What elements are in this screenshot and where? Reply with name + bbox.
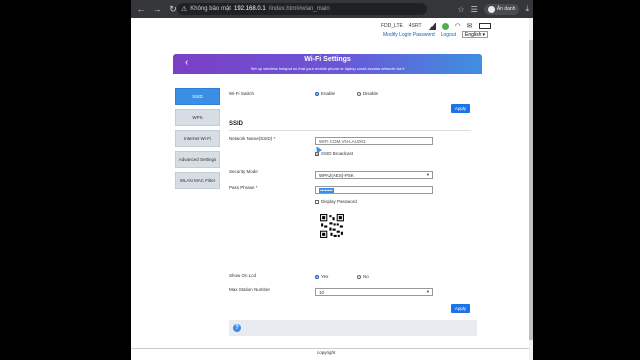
show-on-lcd-label: Show On Lcd (229, 273, 257, 278)
apply-button-bottom[interactable]: Apply (451, 304, 470, 313)
chevron-down-icon: ▾ (482, 31, 485, 38)
lcd-no-radio[interactable]: No (357, 274, 369, 279)
no-label: No (363, 274, 369, 279)
max-station-label: Max Station Number (229, 287, 271, 292)
max-station-value: 10 (319, 289, 325, 295)
footer-divider (131, 348, 529, 349)
radio-checked-icon (315, 274, 319, 279)
passphrase-input[interactable]: •••••••• (315, 186, 433, 194)
sidebar-item-ssid[interactable]: SSID (175, 88, 220, 105)
help-icon[interactable]: ? (233, 324, 241, 332)
wifi-disable-radio[interactable]: Disable (357, 91, 378, 96)
status-bar: FDD_LTE 4SRT ◠ ✉ (381, 22, 491, 30)
copyright-text: copyright (317, 350, 336, 355)
profile-name: Ẩn danh (496, 6, 516, 12)
connection-icon (441, 22, 449, 30)
wifi-icon: ◠ (454, 23, 461, 30)
enable-label: Enable (321, 91, 336, 96)
wifi-switch-label: Wi-Fi Switch (229, 91, 254, 96)
url-host: 192.168.0.1 (233, 6, 266, 12)
language-select[interactable]: English ▾ (462, 31, 488, 38)
chevron-down-icon: ▾ (426, 289, 429, 294)
back-icon[interactable]: ← (135, 3, 147, 15)
forward-icon[interactable]: → (151, 3, 163, 15)
display-password-checkbox[interactable]: Display Password (315, 199, 357, 204)
sidebar: SSID WPS Internet Wi-Fi Advanced Setting… (175, 88, 220, 193)
insecure-label: Không bảo mật (190, 6, 231, 12)
passphrase-value: •••••••• (319, 187, 334, 193)
sidebar-item-wlan-mac-filter[interactable]: WLAN MAC Filter (175, 172, 220, 189)
radio-unchecked-icon (357, 274, 361, 279)
settings-form: Wi-Fi Switch Enable Disable Apply SSID N… (229, 88, 489, 318)
sidebar-item-advanced-settings[interactable]: Advanced Settings (175, 151, 220, 168)
security-mode-value: WPA2(AES)-PSK (319, 172, 354, 178)
page-title: Wi-Fi Settings (304, 56, 351, 63)
yes-label: Yes (321, 274, 329, 279)
passphrase-label: Pass Phrase * (229, 185, 258, 190)
star-icon[interactable]: ☆ (457, 5, 464, 14)
section-divider (229, 130, 471, 131)
ssid-broadcast-checkbox[interactable]: ✓ SSID Broadcast (315, 151, 354, 157)
language-value: English (465, 31, 482, 38)
browser-toolbar: ← → ↻ ⚠ Không bảo mật 192.168.0.1/index.… (131, 0, 533, 18)
download-icon[interactable]: ⤓ (525, 4, 529, 14)
profile-button[interactable]: Ẩn danh (483, 3, 520, 15)
apply-button-top[interactable]: Apply (451, 104, 470, 113)
page-subtitle: Set up wireless hotspot so that your mob… (250, 66, 405, 71)
ssid-label: Network Name(SSID) * (229, 136, 276, 141)
checkbox-checked-icon: ✓ (315, 151, 319, 157)
security-mode-label: Security Mode (229, 169, 258, 174)
ssid-broadcast-label: SSID Broadcast (321, 151, 354, 156)
address-bar[interactable]: ⚠ Không bảo mật 192.168.0.1/index.html#w… (177, 3, 427, 15)
radio-checked-icon (315, 91, 319, 96)
network-mode: 4SRT (408, 23, 422, 29)
network-type: FDD_LTE (381, 23, 403, 29)
security-mode-select[interactable]: WPA2(AES)-PSK ▾ (315, 171, 433, 179)
sms-icon: ✉ (466, 23, 473, 30)
ssid-input[interactable]: WIFI.COM.VN-LAU003 (315, 137, 433, 145)
logout-link[interactable]: Logout (441, 32, 456, 38)
browser-window: ← → ↻ ⚠ Không bảo mật 192.168.0.1/index.… (131, 0, 533, 360)
radio-unchecked-icon (357, 91, 361, 96)
modify-login-link[interactable]: Modify Login Password (383, 32, 435, 38)
page-header: ‹ Wi-Fi Settings Set up wireless hotspot… (173, 54, 482, 74)
disable-label: Disable (363, 91, 379, 96)
signal-icon (427, 22, 436, 30)
max-station-select[interactable]: 10 ▾ (315, 288, 433, 296)
page-scrollbar[interactable] (529, 18, 533, 360)
lcd-yes-radio[interactable]: Yes (315, 274, 328, 279)
scrollbar-thumb[interactable] (529, 40, 533, 340)
wifi-qr-code (319, 213, 345, 239)
help-bar: ? (229, 320, 477, 336)
wifi-enable-radio[interactable]: Enable (315, 91, 335, 96)
battery-icon (478, 23, 491, 29)
incognito-icon (487, 5, 495, 13)
display-password-label: Display Password (321, 199, 357, 204)
top-links: Modify Login Password Logout English ▾ (383, 31, 488, 38)
menu-icon[interactable]: ☰ (471, 5, 478, 14)
sidebar-item-wps[interactable]: WPS (175, 109, 220, 126)
warning-icon: ⚠ (181, 6, 188, 13)
sidebar-item-internet-wifi[interactable]: Internet Wi-Fi (175, 130, 220, 147)
checkbox-unchecked-icon (315, 199, 319, 204)
ssid-section-title: SSID (229, 121, 244, 127)
chevron-down-icon: ▾ (426, 172, 429, 177)
router-page: FDD_LTE 4SRT ◠ ✉ Modify Login Password L… (131, 18, 529, 360)
url-path: /index.html#wlan_main (268, 6, 330, 12)
